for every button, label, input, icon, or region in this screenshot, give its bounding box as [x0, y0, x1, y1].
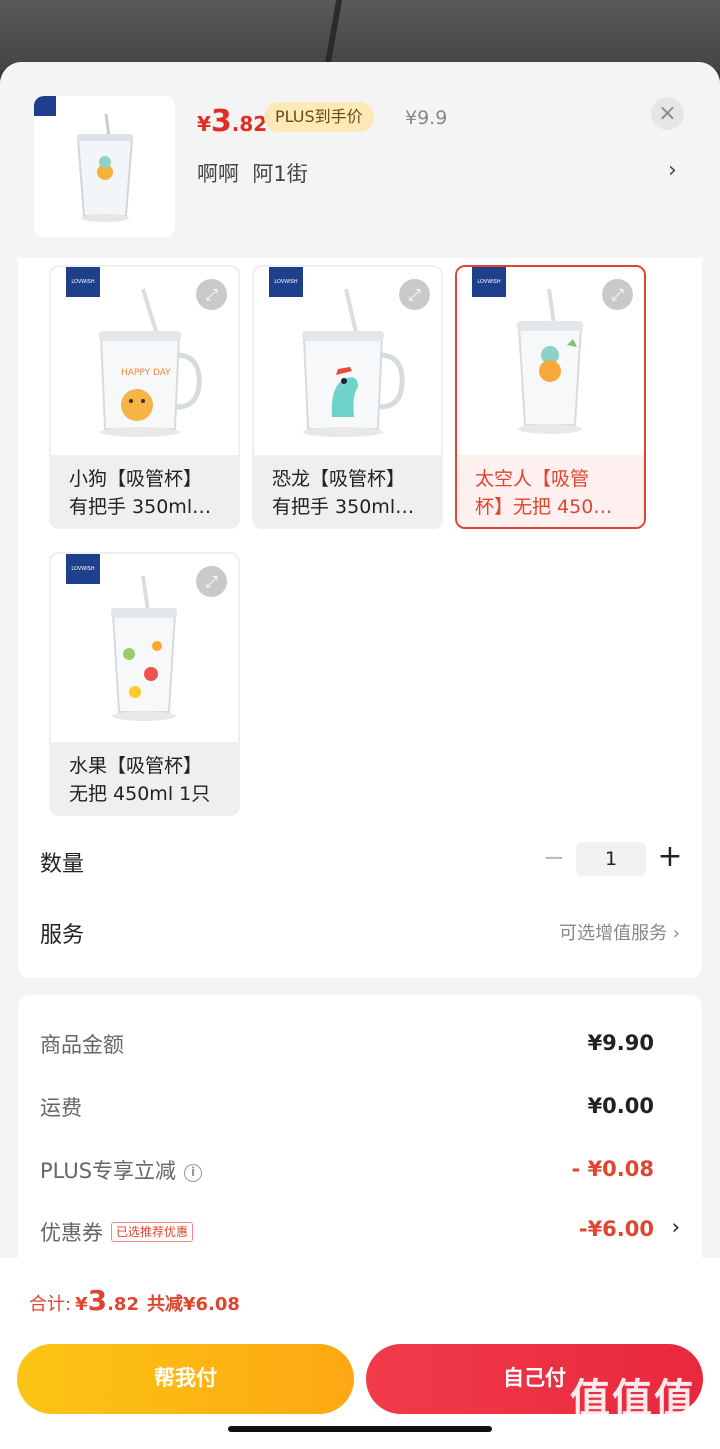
- sale-price: ¥ 3 .82: [197, 104, 268, 139]
- plus-discount-row: PLUS专享立减 i: [40, 1155, 203, 1185]
- quantity-input[interactable]: 1: [576, 842, 646, 876]
- spec-selection-card: HAPPY DAY LOVWISH ⤢ 小狗【吸管杯】 有把手 350ml… L…: [18, 258, 702, 978]
- variant-detail: 杯】无把 450…: [475, 496, 613, 518]
- variant-dino-mug[interactable]: LOVWISH ⤢ 恐龙【吸管杯】 有把手 350ml…: [252, 265, 443, 529]
- total-decimal: .82: [107, 1294, 139, 1315]
- variant-label: 小狗【吸管杯】 有把手 350ml…: [51, 455, 238, 527]
- brand-logo: LOVWISH: [66, 554, 100, 584]
- price-currency: ¥: [197, 112, 211, 136]
- variant-name: 恐龙【吸管杯】: [272, 468, 406, 490]
- brand-logo: LOVWISH: [472, 267, 506, 297]
- goods-amount-label: 商品金额: [40, 1033, 124, 1057]
- coupon-value[interactable]: -¥6.00: [579, 1217, 654, 1241]
- watermark-logo: 值值值: [570, 1376, 696, 1422]
- coupon-row[interactable]: 优惠券 已选推荐优惠: [40, 1217, 194, 1247]
- watermark-url: zhizhizhi.com: [574, 1418, 662, 1433]
- variant-dog-mug[interactable]: HAPPY DAY LOVWISH ⤢ 小狗【吸管杯】 有把手 350ml…: [49, 265, 240, 529]
- home-indicator: [228, 1426, 492, 1432]
- price-decimal: .82: [231, 112, 268, 136]
- variant-name: 太空人【吸管: [475, 468, 590, 490]
- variant-fruit-cup[interactable]: LOVWISH ⤢ 水果【吸管杯】 无把 450ml 1只: [49, 552, 240, 816]
- service-selector[interactable]: 可选增值服务 ›: [559, 919, 680, 945]
- product-thumbnail: [34, 96, 175, 237]
- variant-label: 恐龙【吸管杯】 有把手 350ml…: [254, 455, 441, 527]
- price-summary-card: 商品金额 ¥9.90 运费 ¥0.00 PLUS专享立减 i - ¥0.08 优惠…: [18, 995, 702, 1295]
- variant-detail: 无把 450ml 1只: [69, 783, 211, 805]
- checkout-footer: 合计: ¥ 3 .82 共减¥6.08 帮我付 自己付 值值值 zhizhizh…: [0, 1258, 720, 1449]
- total-savings: 共减¥6.08: [146, 1294, 240, 1315]
- expand-icon[interactable]: ⤢: [399, 279, 430, 310]
- quantity-label: 数量: [40, 852, 85, 877]
- plus-discount-value: - ¥0.08: [571, 1157, 654, 1181]
- quantity-plus-button[interactable]: +: [657, 839, 683, 875]
- info-icon[interactable]: i: [184, 1164, 203, 1182]
- expand-icon[interactable]: ⤢: [602, 279, 633, 310]
- expand-icon[interactable]: ⤢: [196, 566, 227, 597]
- total-label: 合计:: [29, 1294, 72, 1315]
- quantity-minus-button[interactable]: −: [543, 841, 565, 875]
- expand-icon[interactable]: ⤢: [196, 279, 227, 310]
- background-product-photo: [0, 0, 720, 70]
- variant-label: 太空人【吸管 杯】无把 450…: [457, 455, 644, 527]
- coupon-label: 优惠券: [40, 1221, 103, 1245]
- service-label: 服务: [40, 923, 85, 948]
- variant-label: 水果【吸管杯】 无把 450ml 1只: [51, 742, 238, 814]
- plus-discount-label: PLUS专享立减: [40, 1159, 177, 1183]
- variant-astronaut-cup[interactable]: LOVWISH ⤢ 太空人【吸管 杯】无把 450…: [455, 265, 646, 529]
- total-price: 合计: ¥ 3 .82 共减¥6.08: [29, 1284, 240, 1317]
- total-integer: 3: [87, 1284, 108, 1317]
- shipping-value: ¥0.00: [587, 1094, 654, 1118]
- brand-logo: LOVWISH: [66, 267, 100, 297]
- total-currency: ¥: [75, 1294, 88, 1315]
- plus-price-badge: PLUS到手价: [264, 102, 374, 132]
- svg-text:HAPPY DAY: HAPPY DAY: [121, 368, 171, 378]
- sheet-header: ¥ 3 .82 PLUS到手价 ¥9.9 × 啊啊 阿1街 ›: [0, 62, 720, 256]
- variant-name: 小狗【吸管杯】: [69, 468, 203, 490]
- selected-spec-text[interactable]: 啊啊 阿1街: [197, 158, 308, 188]
- variant-detail: 有把手 350ml…: [272, 496, 415, 518]
- close-icon[interactable]: ×: [651, 97, 684, 130]
- chevron-right-icon[interactable]: ›: [672, 1215, 680, 1239]
- purchase-sheet: ¥ 3 .82 PLUS到手价 ¥9.9 × 啊啊 阿1街 › HAPPY DA…: [0, 62, 720, 1449]
- variant-name: 水果【吸管杯】: [69, 755, 203, 777]
- help-me-pay-button[interactable]: 帮我付: [17, 1344, 354, 1414]
- coupon-recommend-tag: 已选推荐优惠: [111, 1222, 194, 1242]
- goods-amount-value: ¥9.90: [587, 1031, 654, 1055]
- original-price: ¥9.9: [405, 107, 448, 129]
- shipping-label: 运费: [40, 1096, 82, 1120]
- chevron-right-icon[interactable]: ›: [668, 158, 677, 183]
- variant-detail: 有把手 350ml…: [69, 496, 212, 518]
- brand-logo: LOVWISH: [269, 267, 303, 297]
- price-integer: 3: [210, 104, 232, 139]
